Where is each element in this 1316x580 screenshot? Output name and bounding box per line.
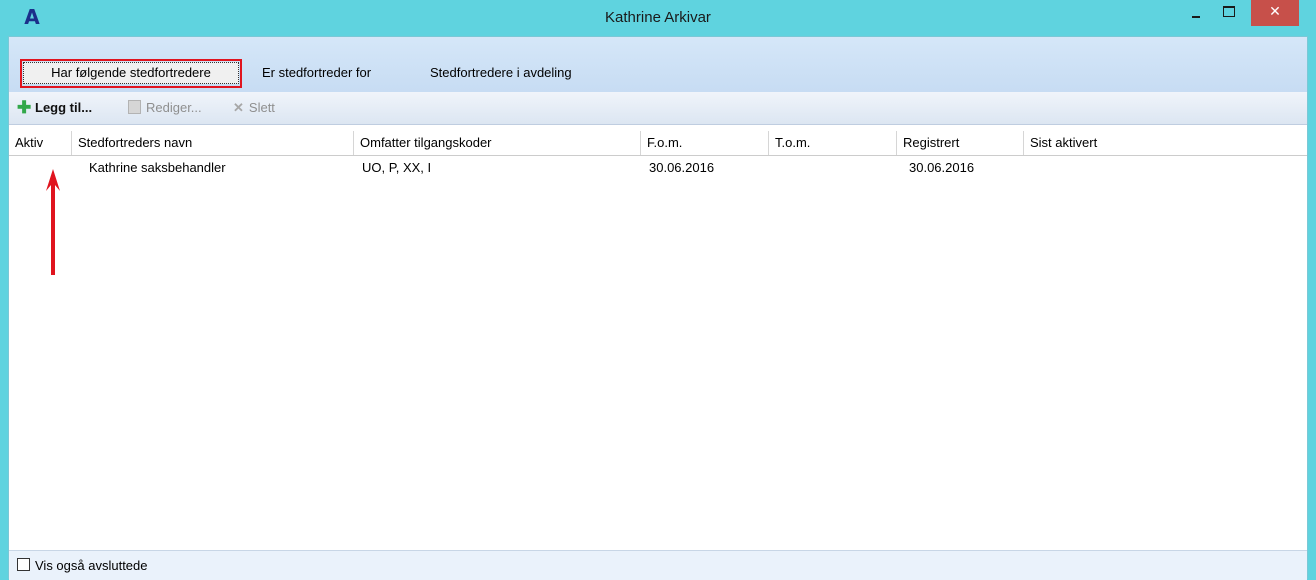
cell-tilgangskoder: UO, P, XX, I — [362, 160, 432, 175]
tab-er-stedfortreder-for[interactable]: Er stedfortreder for — [262, 61, 371, 85]
edit-button-label: Rediger... — [146, 100, 202, 115]
plus-icon: ✚ — [17, 98, 32, 117]
toolbar: ✚ Legg til... Rediger... ✕ Slett — [9, 92, 1307, 125]
add-button-label: Legg til... — [35, 100, 93, 115]
x-icon: ✕ — [233, 100, 244, 115]
column-header-tilgangskoder[interactable]: Omfatter tilgangskoder — [354, 131, 641, 155]
column-header-aktiv[interactable]: Aktiv — [9, 131, 72, 155]
add-button[interactable]: ✚ Legg til... — [17, 92, 92, 124]
show-closed-checkbox[interactable] — [17, 558, 30, 571]
column-header-tom[interactable]: T.o.m. — [769, 131, 897, 155]
edit-button[interactable]: Rediger... — [128, 92, 202, 124]
delete-button-label: Slett — [248, 100, 275, 115]
cell-navn: Kathrine saksbehandler — [89, 160, 226, 175]
tab-stedfortredere-i-avdeling[interactable]: Stedfortredere i avdeling — [430, 61, 572, 85]
delete-button[interactable]: ✕ Slett — [233, 92, 275, 124]
show-closed-label[interactable]: Vis også avsluttede — [35, 551, 148, 580]
window-content: Har følgende stedfortredere Er stedfortr… — [8, 36, 1308, 580]
document-icon — [128, 100, 141, 114]
cell-fom: 30.06.2016 — [649, 160, 715, 175]
close-button[interactable]: ✕ — [1251, 0, 1299, 26]
maximize-button[interactable] — [1216, 0, 1242, 26]
column-header-navn[interactable]: Stedfortreders navn — [72, 131, 354, 155]
title-bar[interactable]: A Kathrine Arkivar ✕ — [0, 0, 1316, 36]
tab-bar: Har følgende stedfortredere Er stedfortr… — [9, 37, 1307, 92]
column-header-sist-aktivert[interactable]: Sist aktivert — [1024, 131, 1307, 155]
minimize-button[interactable] — [1184, 0, 1210, 26]
footer-bar: Vis også avsluttede — [9, 550, 1307, 580]
column-header-fom[interactable]: F.o.m. — [641, 131, 769, 155]
tab-har-folgende-stedfortredere[interactable]: Har følgende stedfortredere — [23, 62, 239, 84]
table-row[interactable]: Kathrine saksbehandler UO, P, XX, I 30.0… — [9, 157, 1307, 179]
arrow-up-annotation-icon — [46, 169, 60, 275]
column-header-registrert[interactable]: Registrert — [897, 131, 1024, 155]
cell-registrert: 30.06.2016 — [909, 160, 975, 175]
table-header: Aktiv Stedfortreders navn Omfatter tilga… — [9, 131, 1307, 156]
window-title: Kathrine Arkivar — [605, 9, 711, 26]
app-window: A Kathrine Arkivar ✕ Har følgende stedfo… — [0, 0, 1316, 580]
